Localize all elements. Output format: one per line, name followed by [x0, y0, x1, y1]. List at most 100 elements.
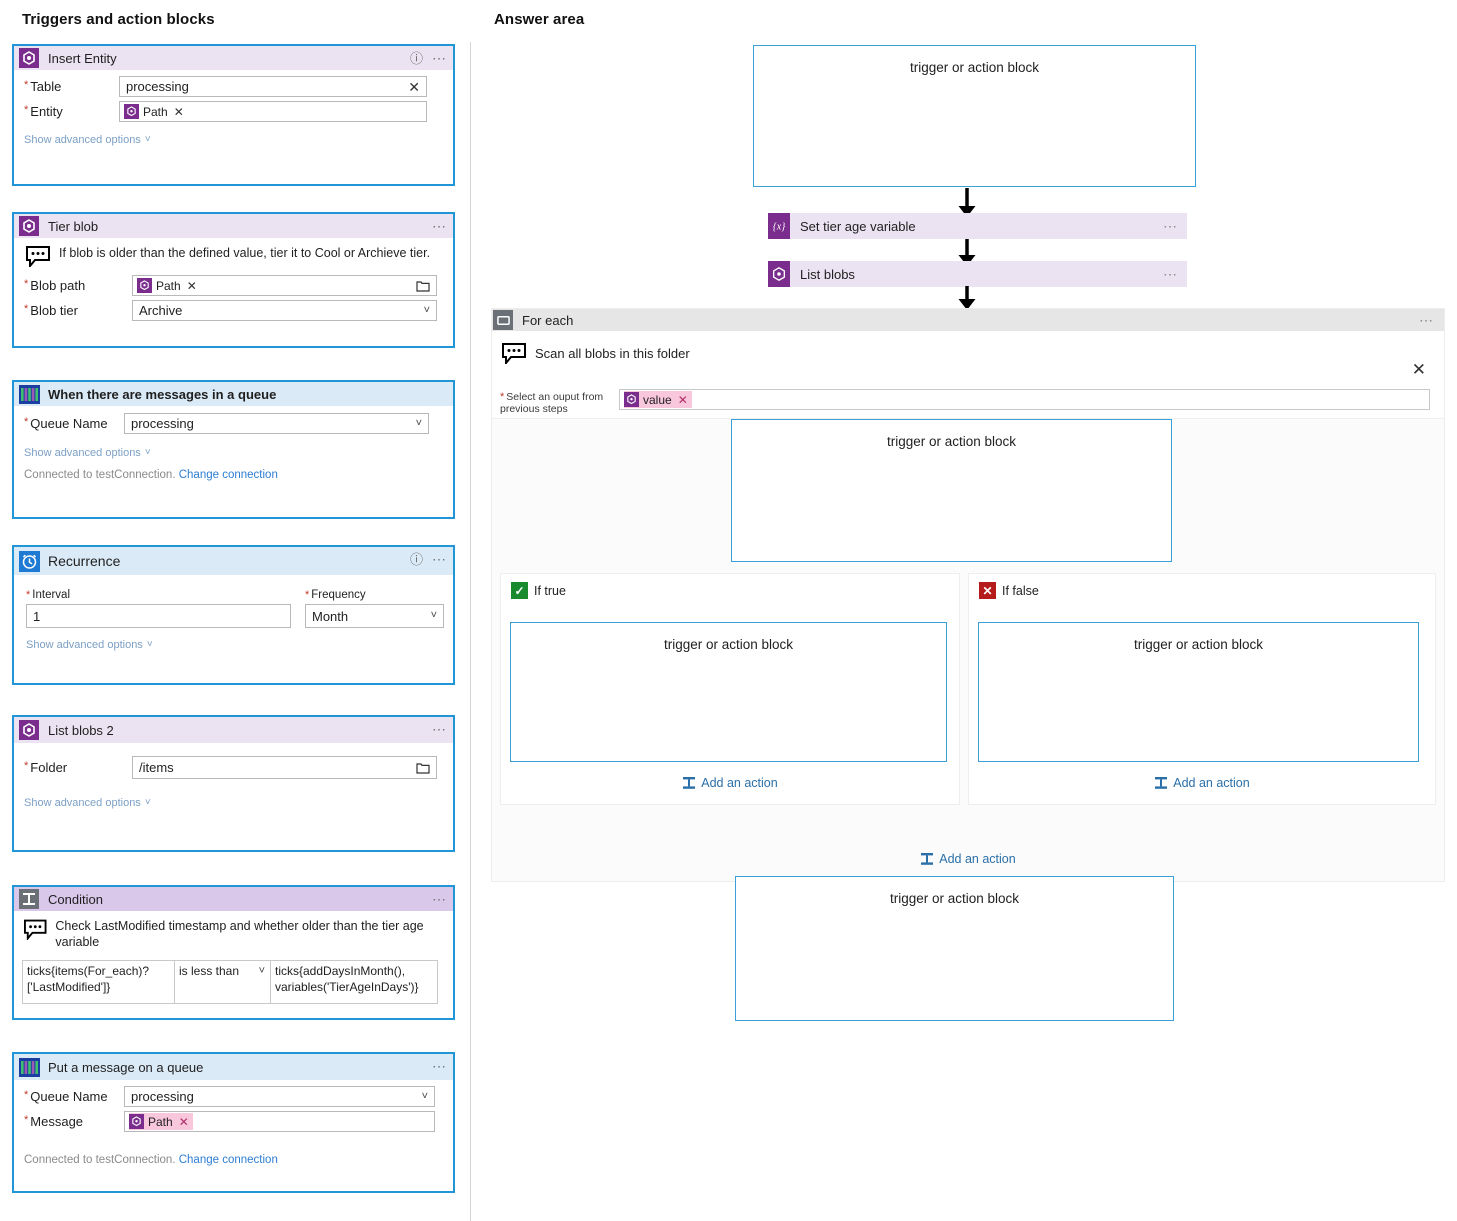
close-icon[interactable]: ✕ — [1412, 361, 1426, 378]
show-advanced-options-link[interactable]: Show advanced options ˅ — [24, 797, 151, 809]
token-chip[interactable]: Path ✕ — [124, 103, 188, 120]
placeholder-block-if-false[interactable]: trigger or action block — [978, 622, 1419, 762]
field-label: * Blob path — [24, 278, 132, 293]
field-label: * Queue Name — [24, 416, 124, 431]
table-entity-icon — [18, 47, 40, 69]
required-marker: * — [24, 104, 28, 116]
required-marker: * — [24, 303, 28, 315]
required-marker: * — [24, 1089, 28, 1101]
placeholder-block-top[interactable]: trigger or action block — [753, 45, 1196, 187]
folder-input[interactable]: /items — [132, 756, 437, 779]
placeholder-block-bottom[interactable]: trigger or action block — [735, 876, 1174, 1021]
required-marker: * — [24, 416, 28, 428]
token-chip[interactable]: Path ✕ — [137, 277, 201, 294]
token-chip[interactable]: value ✕ — [624, 391, 692, 408]
block-title: Insert Entity — [48, 51, 117, 66]
more-options-icon[interactable]: ⋯ — [1163, 218, 1178, 235]
step-set-tier-age-variable[interactable]: {x} Set tier age variable ⋯ — [768, 213, 1187, 239]
field-label: * Table — [24, 79, 119, 94]
block-queue-trigger[interactable]: When there are messages in a queue * Que… — [12, 380, 455, 519]
comment-row: Scan all blobs in this folder — [492, 331, 1444, 364]
blob-icon — [18, 719, 40, 741]
remove-token-icon[interactable]: ✕ — [678, 393, 688, 407]
block-title: Condition — [48, 892, 103, 907]
field-row-folder: * Folder /items — [24, 756, 443, 779]
block-insert-entity[interactable]: Insert Entity ⓘ ⋯ * Table processing ✕ *… — [12, 44, 455, 186]
comment-text: If blob is older than the defined value,… — [59, 246, 430, 262]
more-options-icon[interactable]: ⋯ — [1163, 266, 1178, 283]
required-marker: * — [26, 589, 30, 601]
condition-left-operand[interactable]: ticks{items(For_each)?['LastModified']} — [22, 960, 174, 1004]
queue-name-select[interactable]: processing ˅ — [124, 1086, 435, 1107]
remove-token-icon[interactable]: ✕ — [187, 279, 197, 293]
foreach-container[interactable]: For each ⋯ Scan all blobs in this folder… — [491, 308, 1445, 882]
placeholder-block-foreach[interactable]: trigger or action block — [731, 419, 1172, 562]
blob-path-input[interactable]: Path ✕ — [132, 275, 437, 296]
comment-row: Check LastModified timestamp and whether… — [22, 915, 445, 958]
block-list-blobs-2[interactable]: List blobs 2 ⋯ * Folder /items Show adva… — [12, 715, 455, 852]
required-marker: * — [500, 391, 504, 403]
page-title-right: Answer area — [494, 11, 584, 28]
more-options-icon[interactable]: ⋯ — [1419, 312, 1434, 329]
block-recurrence[interactable]: Recurrence ⓘ ⋯ * Interval 1 * Frequency — [12, 545, 455, 685]
select-output-input[interactable]: value ✕ — [619, 389, 1430, 410]
remove-token-icon[interactable]: ✕ — [179, 1115, 189, 1129]
branch-header: ✓ If true — [501, 574, 959, 599]
interval-input[interactable]: 1 — [26, 604, 291, 628]
info-icon[interactable]: ⓘ — [410, 52, 423, 65]
message-input[interactable]: Path ✕ — [124, 1111, 435, 1132]
block-tier-blob[interactable]: Tier blob ⋯ If blob is older than the de… — [12, 212, 455, 348]
block-header: Tier blob ⋯ — [14, 214, 453, 238]
more-options-icon[interactable]: ⋯ — [432, 892, 447, 906]
show-advanced-options-link[interactable]: Show advanced options ˅ — [24, 447, 151, 459]
branch-label: If true — [534, 584, 566, 598]
entity-input[interactable]: Path ✕ — [119, 101, 427, 122]
clear-icon[interactable]: ✕ — [408, 80, 420, 94]
block-put-message-queue[interactable]: Put a message on a queue ⋯ * Queue Name … — [12, 1052, 455, 1193]
chevron-down-icon: ˅ — [145, 448, 151, 458]
more-options-icon[interactable]: ⋯ — [432, 1059, 447, 1073]
condition-operator-select[interactable]: is less than ˅ — [174, 960, 270, 1004]
insert-action-icon — [682, 776, 696, 790]
remove-token-icon[interactable]: ✕ — [174, 105, 184, 119]
blob-tier-select[interactable]: Archive ˅ — [132, 300, 437, 321]
chevron-down-icon[interactable]: ˅ — [424, 305, 430, 316]
block-title: When there are messages in a queue — [48, 387, 276, 402]
queue-icon — [18, 383, 40, 405]
info-icon[interactable]: ⓘ — [410, 553, 423, 566]
step-list-blobs[interactable]: List blobs ⋯ — [768, 261, 1187, 287]
chevron-down-icon[interactable]: ˅ — [416, 418, 422, 429]
add-an-action-foreach[interactable]: Add an action — [492, 852, 1444, 866]
step-label: Set tier age variable — [800, 219, 916, 234]
add-an-action-if-false[interactable]: Add an action — [969, 776, 1435, 790]
add-an-action-if-true[interactable]: Add an action — [501, 776, 959, 790]
change-connection-link[interactable]: Change connection — [179, 1154, 278, 1166]
required-marker: * — [24, 278, 28, 290]
block-title: List blobs 2 — [48, 723, 114, 738]
token-chip[interactable]: Path ✕ — [129, 1113, 193, 1130]
branch-if-false[interactable]: ✕ If false trigger or action block Add a… — [968, 573, 1436, 805]
more-options-icon[interactable]: ⋯ — [432, 51, 447, 65]
more-options-icon[interactable]: ⋯ — [432, 552, 447, 566]
block-condition[interactable]: Condition ⋯ Check LastModified timestamp… — [12, 885, 455, 1020]
chevron-down-icon[interactable]: ˅ — [422, 1091, 428, 1102]
condition-right-operand[interactable]: ticks{addDaysInMonth(), variables('TierA… — [270, 960, 438, 1004]
required-marker: * — [305, 589, 309, 601]
field-row-blob-tier: * Blob tier Archive ˅ — [24, 300, 443, 321]
more-options-icon[interactable]: ⋯ — [432, 722, 447, 736]
foreach-header: For each ⋯ — [492, 309, 1444, 331]
show-advanced-options-link[interactable]: Show advanced options ˅ — [24, 134, 151, 146]
chevron-down-icon[interactable]: ˅ — [259, 966, 265, 977]
foreach-icon — [493, 310, 513, 330]
table-input[interactable]: processing ✕ — [119, 76, 427, 97]
placeholder-block-if-true[interactable]: trigger or action block — [510, 622, 947, 762]
field-group-frequency: * Frequency Month ˅ — [305, 589, 444, 628]
frequency-select[interactable]: Month ˅ — [305, 604, 444, 628]
comment-row: If blob is older than the defined value,… — [24, 242, 443, 275]
change-connection-link[interactable]: Change connection — [179, 469, 278, 481]
show-advanced-options-link[interactable]: Show advanced options ˅ — [26, 639, 153, 651]
queue-name-select[interactable]: processing ˅ — [124, 413, 429, 434]
branch-if-true[interactable]: ✓ If true trigger or action block Add an… — [500, 573, 960, 805]
more-options-icon[interactable]: ⋯ — [432, 219, 447, 233]
chevron-down-icon[interactable]: ˅ — [431, 611, 437, 622]
